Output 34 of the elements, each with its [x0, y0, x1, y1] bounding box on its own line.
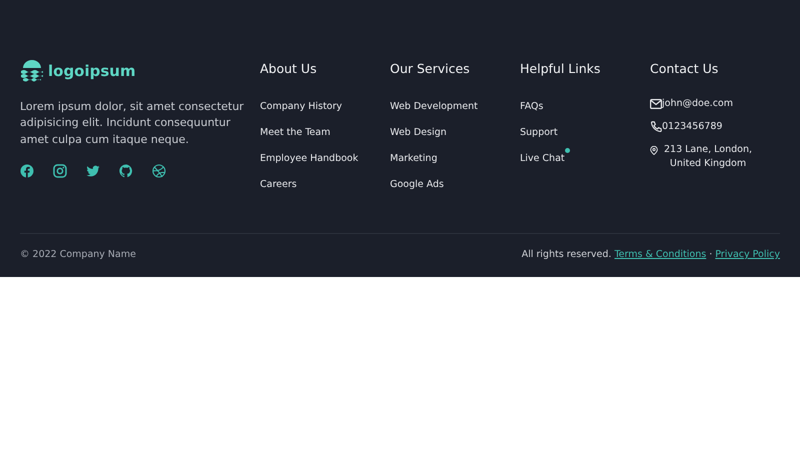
footer-link[interactable]: Privacy Policy: [715, 249, 780, 260]
dribbble-icon[interactable]: [152, 164, 166, 178]
footer-link[interactable]: Live Chat: [520, 152, 565, 166]
footer-link[interactable]: Marketing: [390, 152, 438, 166]
footer-link[interactable]: Support: [520, 126, 558, 140]
footer-link[interactable]: Meet the Team: [260, 126, 330, 140]
logo-icon: [20, 60, 44, 82]
separator: ·: [708, 249, 714, 260]
column-title: Our Services: [390, 60, 471, 78]
phone-icon: [650, 121, 662, 133]
footer-link[interactable]: Google Ads: [390, 178, 444, 192]
contact-text: 213 Lane, London, United Kingdom: [662, 143, 753, 171]
footer-link[interactable]: Web Design: [390, 126, 447, 140]
github-icon[interactable]: [119, 164, 133, 178]
footer-link[interactable]: FAQs: [520, 100, 544, 114]
facebook-icon[interactable]: [20, 164, 34, 178]
footer-link[interactable]: Terms & Conditions: [614, 249, 706, 260]
contact-text: 0123456789: [662, 120, 722, 134]
footer-link[interactable]: Employee Handbook: [260, 152, 358, 166]
column-title: Contact Us: [650, 60, 720, 78]
copyright-text: © 2022 Company Name: [20, 248, 136, 262]
location-icon: [650, 146, 658, 155]
description: Lorem ipsum dolor, sit amet consectetur adipisicing elit. Incidunt consequuntur amet culpa cum itaque neque.: [20, 98, 245, 148]
column-title: About Us: [260, 60, 318, 78]
rights-text: All rights reserved.: [522, 249, 612, 260]
instagram-icon[interactable]: [53, 164, 67, 178]
twitter-icon[interactable]: [86, 164, 100, 178]
contact-text: john@doe.com: [662, 97, 733, 111]
mail-icon: [650, 99, 662, 109]
footer-link[interactable]: Careers: [260, 178, 297, 192]
column-title: Helpful Links: [520, 60, 602, 78]
logo-text: logoipsum: [48, 61, 136, 82]
footer-link[interactable]: Web Development: [390, 100, 478, 114]
footer-link[interactable]: Company History: [260, 100, 342, 114]
